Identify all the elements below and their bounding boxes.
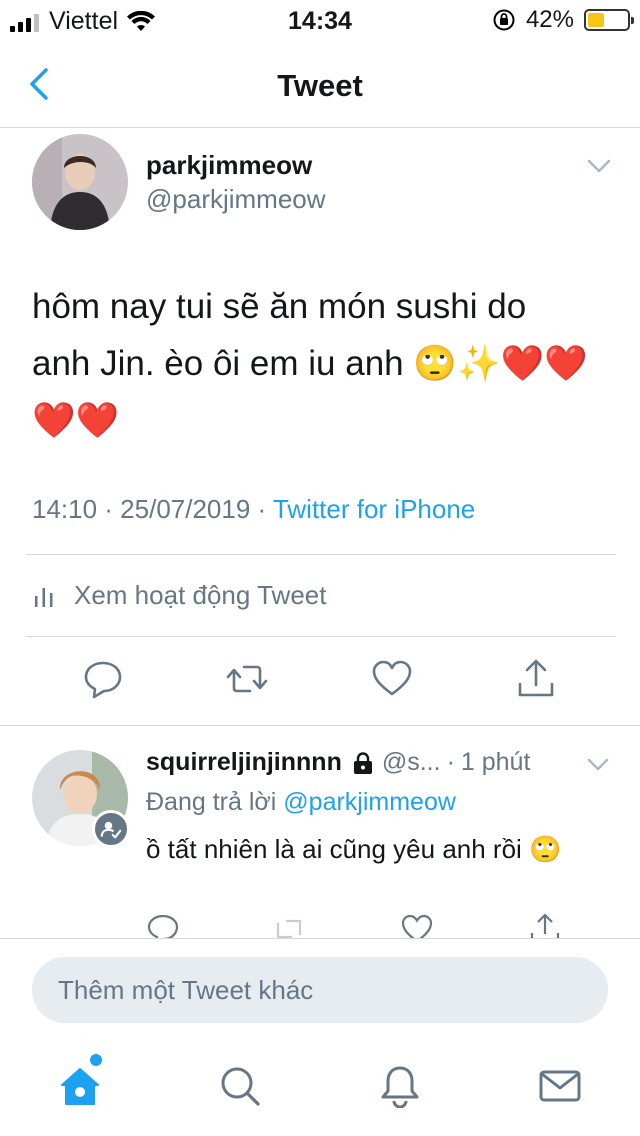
follow-status-icon [92,810,130,848]
tweet-timestamp: 14:10 · 25/07/2019 · [32,494,273,524]
lock-icon [353,751,372,774]
reply-text: ồ tất nhiên là ai cũng yêu anh rồi 🙄 [146,834,562,864]
page-title: Tweet [277,68,363,103]
share-icon[interactable] [528,912,562,938]
retweet-icon[interactable] [272,912,306,938]
new-content-dot [90,1054,102,1066]
compose-bar [0,938,640,1036]
status-right: 42% [492,6,634,34]
reply-time: 1 phút [460,748,531,776]
reply-actions [0,912,640,938]
status-bar: Viettel 14:34 42% [0,0,640,40]
share-icon[interactable] [515,658,557,700]
nav-bar: Tweet [0,40,640,128]
reply-icon[interactable] [146,912,180,938]
replying-mention-link[interactable]: @parkjimmeow [283,788,456,816]
heart-icon[interactable] [400,912,434,938]
author-handle[interactable]: @parkjimmeow [146,184,326,215]
orientation-lock-icon [493,9,515,31]
tweet-source-link[interactable]: Twitter for iPhone [273,494,475,524]
author-name[interactable]: parkjimmeow [146,150,312,181]
reply-author-handle[interactable]: @s... [382,748,441,777]
reply-author-name[interactable]: squirreljinjinnnn [146,748,342,777]
battery-percent: 42% [525,6,574,33]
avatar[interactable] [32,134,128,230]
chevron-down-icon[interactable] [586,156,612,176]
tweet-actions [0,658,640,708]
retweet-icon[interactable] [226,658,268,700]
battery-icon [584,9,634,31]
notifications-bell-icon[interactable] [378,1064,422,1108]
activity-label: Xem hoạt động Tweet [74,580,327,610]
home-icon[interactable] [58,1064,102,1108]
tweet-activity-link[interactable]: Xem hoạt động Tweet [32,580,326,611]
reply-separator: · [446,748,455,776]
replying-to: Đang trả lời @parkjimmeow [146,788,456,817]
bar-chart-icon [35,587,53,607]
reply-header: squirreljinjinnnn @s... · 1 phút [146,748,530,777]
messages-mail-icon[interactable] [538,1064,582,1108]
battery-fill [588,13,604,27]
chevron-down-icon[interactable] [586,756,610,774]
divider [26,554,616,555]
reply-tweet[interactable]: squirreljinjinnnn @s... · 1 phút Đang tr… [0,726,640,938]
heart-icon[interactable] [371,658,413,700]
reply-icon[interactable] [82,658,124,700]
search-icon[interactable] [218,1064,262,1108]
tab-bar [0,1036,640,1136]
tweet-meta: 14:10 · 25/07/2019 · Twitter for iPhone [32,494,475,525]
compose-tweet-input[interactable] [32,957,608,1023]
replying-prefix: Đang trả lời [146,788,284,816]
tweet-text: hôm nay tui sẽ ăn món sushi do anh Jin. … [32,287,588,440]
divider [26,636,616,637]
